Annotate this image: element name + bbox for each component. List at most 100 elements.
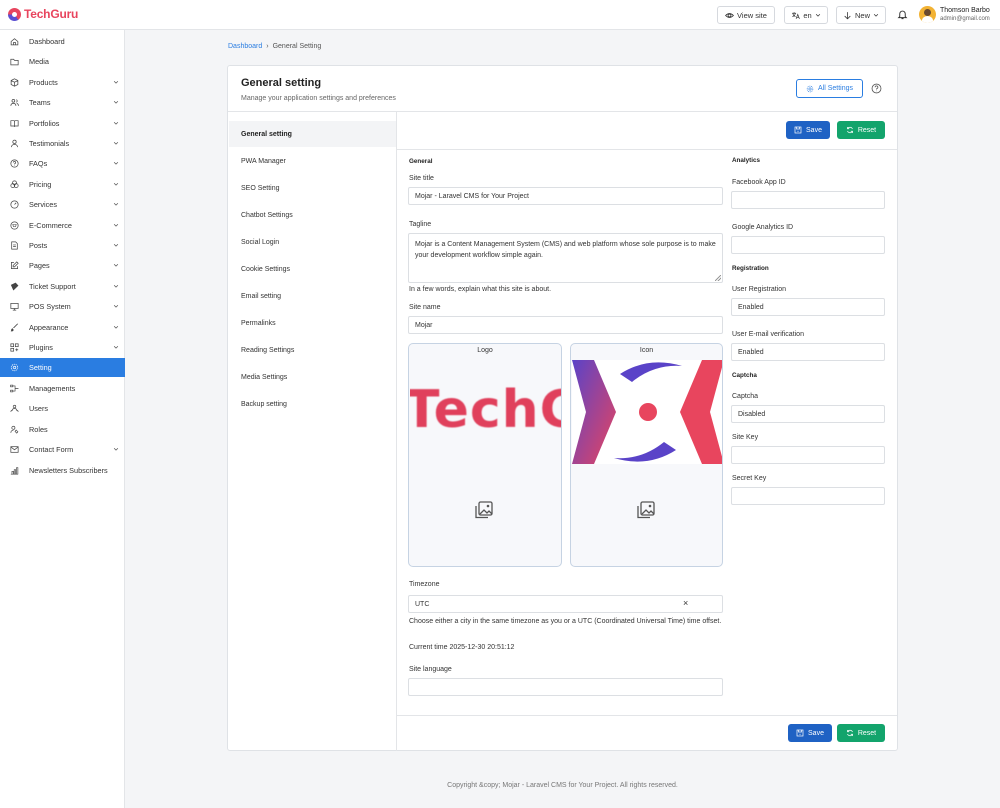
site-name-input[interactable]: Mojar bbox=[408, 316, 723, 334]
sidebar-item-dashboard[interactable]: Dashboard bbox=[0, 32, 125, 51]
sidebar-item-label: Contact Form bbox=[29, 445, 74, 454]
view-site-button[interactable]: View site bbox=[717, 6, 775, 24]
captcha-select[interactable]: Disabled bbox=[731, 405, 885, 423]
avatar[interactable] bbox=[919, 6, 936, 23]
google-analytics-id-input[interactable] bbox=[731, 236, 885, 254]
eye-icon bbox=[725, 12, 735, 18]
settings-menu-cookie[interactable]: Cookie Settings bbox=[229, 256, 396, 282]
logo-upload-box[interactable]: Logo TechG bbox=[408, 343, 562, 567]
settings-menu-permalinks[interactable]: Permalinks bbox=[229, 310, 396, 336]
sidebar-item-faqs[interactable]: FAQs bbox=[0, 154, 125, 173]
timezone-select[interactable]: UTC bbox=[408, 595, 723, 613]
new-dropdown[interactable]: New bbox=[836, 6, 886, 24]
chevron-down-icon bbox=[113, 80, 119, 84]
new-label: New bbox=[854, 10, 870, 20]
sidebar-item-testimonials[interactable]: Testimonials bbox=[0, 134, 125, 153]
reset-button-top[interactable]: Reset bbox=[837, 121, 885, 139]
settings-menu-general[interactable]: General setting bbox=[229, 121, 396, 147]
document-icon bbox=[11, 241, 18, 250]
site-key-input[interactable] bbox=[731, 446, 885, 464]
tagline-textarea[interactable]: Mojar is a Content Management System (CM… bbox=[408, 233, 723, 283]
email-verification-label: User E-mail verification bbox=[732, 331, 804, 338]
resize-handle[interactable] bbox=[715, 275, 721, 281]
sidebar-item-contact-form[interactable]: Contact Form bbox=[0, 440, 125, 459]
sidebar-item-newsletters-subscribers[interactable]: Newsletters Subscribers bbox=[0, 461, 125, 480]
sidebar-item-label: Users bbox=[29, 404, 49, 413]
sidebar-item-plugins[interactable]: Plugins bbox=[0, 338, 125, 357]
gauge-icon bbox=[10, 200, 19, 209]
sidebar-item-label: Teams bbox=[29, 98, 51, 107]
sidebar-item-label: FAQs bbox=[29, 159, 48, 168]
sidebar-item-teams[interactable]: Teams bbox=[0, 93, 125, 112]
cart-icon bbox=[10, 221, 19, 230]
plugin-icon bbox=[10, 343, 19, 352]
coins-icon bbox=[10, 180, 19, 188]
reset-button-bottom[interactable]: Reset bbox=[837, 724, 885, 742]
site-title-input[interactable]: Mojar - Laravel CMS for Your Project bbox=[408, 187, 723, 205]
sidebar-item-products[interactable]: Products bbox=[0, 73, 125, 92]
sidebar-item-label: Plugins bbox=[29, 343, 53, 352]
sidebar-item-pricing[interactable]: Pricing bbox=[0, 175, 125, 194]
all-settings-label: All Settings bbox=[817, 85, 854, 92]
sidebar-item-e-commerce[interactable]: E-Commerce bbox=[0, 216, 125, 235]
breadcrumb-current: General Setting bbox=[272, 43, 322, 50]
sidebar-item-label: POS System bbox=[29, 302, 71, 311]
settings-menu-reading[interactable]: Reading Settings bbox=[229, 337, 396, 363]
settings-menu-social-login[interactable]: Social Login bbox=[229, 229, 396, 255]
gear-icon bbox=[10, 363, 19, 372]
email-verification-select[interactable]: Enabled bbox=[731, 343, 885, 361]
edit-icon bbox=[11, 261, 19, 269]
save-button-bottom[interactable]: Save bbox=[788, 724, 832, 742]
brand-name: TechGuru bbox=[24, 7, 79, 21]
settings-menu-email[interactable]: Email setting bbox=[229, 283, 396, 309]
brush-icon bbox=[10, 323, 19, 332]
settings-menu-media[interactable]: Media Settings bbox=[229, 364, 396, 390]
sidebar-item-setting[interactable]: Setting bbox=[0, 358, 125, 377]
user-registration-select[interactable]: Enabled bbox=[731, 298, 885, 316]
chevron-down-icon bbox=[815, 13, 820, 17]
sidebar-item-portfolios[interactable]: Portfolios bbox=[0, 114, 125, 133]
divider bbox=[397, 715, 897, 716]
chevron-down-icon bbox=[113, 304, 119, 308]
breadcrumb-dashboard-link[interactable]: Dashboard bbox=[228, 43, 262, 50]
icon-upload-box[interactable]: Icon bbox=[570, 343, 723, 567]
divider bbox=[228, 111, 897, 112]
logo-preview-text: TechG bbox=[410, 380, 561, 440]
all-settings-button[interactable]: All Settings bbox=[796, 79, 863, 98]
analytics-heading: Analytics bbox=[732, 157, 760, 164]
sidebar-item-ticket-support[interactable]: Ticket Support bbox=[0, 277, 125, 296]
captcha-value: Disabled bbox=[738, 410, 766, 418]
bell-icon[interactable] bbox=[897, 9, 908, 20]
save-button-top[interactable]: Save bbox=[786, 121, 830, 139]
timezone-clear-button[interactable]: × bbox=[683, 598, 688, 608]
sidebar-item-media[interactable]: Media bbox=[0, 52, 125, 71]
sidebar-item-label: Managements bbox=[29, 384, 76, 393]
language-dropdown[interactable]: en bbox=[784, 6, 828, 24]
site-language-input[interactable] bbox=[408, 678, 723, 696]
sidebar-item-pos-system[interactable]: POS System bbox=[0, 297, 125, 316]
sidebar-item-users[interactable]: Users bbox=[0, 399, 125, 418]
sidebar-item-managements[interactable]: Managements bbox=[0, 379, 125, 398]
timezone-label: Timezone bbox=[409, 581, 440, 588]
sidebar-item-pages[interactable]: Pages bbox=[0, 256, 125, 275]
brand[interactable]: TechGuru bbox=[8, 7, 78, 21]
settings-menu-chatbot[interactable]: Chatbot Settings bbox=[229, 202, 396, 228]
sidebar-item-posts[interactable]: Posts bbox=[0, 236, 125, 255]
site-title-value: Mojar - Laravel CMS for Your Project bbox=[415, 192, 529, 200]
user-name: Thomson Barbo bbox=[940, 7, 990, 14]
sidebar-item-roles[interactable]: Roles bbox=[0, 420, 125, 439]
sidebar-item-label: Posts bbox=[29, 241, 48, 250]
sidebar-item-services[interactable]: Services bbox=[0, 195, 125, 214]
gear-icon bbox=[806, 85, 814, 92]
tagline-help: In a few words, explain what this site i… bbox=[409, 286, 552, 293]
facebook-app-id-input[interactable] bbox=[731, 191, 885, 209]
sidebar-item-appearance[interactable]: Appearance bbox=[0, 318, 125, 337]
secret-key-input[interactable] bbox=[731, 487, 885, 505]
help-icon[interactable] bbox=[871, 83, 882, 94]
settings-menu-backup[interactable]: Backup setting bbox=[229, 391, 396, 417]
settings-menu-pwa[interactable]: PWA Manager bbox=[229, 148, 396, 174]
settings-menu-seo[interactable]: SEO Setting bbox=[229, 175, 396, 201]
language-label: en bbox=[803, 10, 812, 20]
user-email: admin@gmail.com bbox=[940, 16, 990, 22]
sidebar-item-label: Pages bbox=[29, 261, 50, 270]
